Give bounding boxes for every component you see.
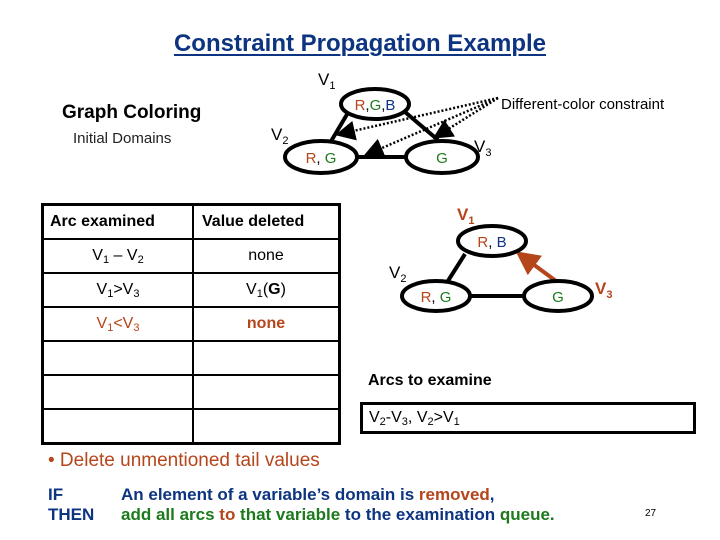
- bullet-text: • Delete unmentioned tail values: [48, 450, 320, 471]
- v2-domain: R, G: [421, 289, 452, 306]
- arc-cell: V1>V3: [41, 272, 194, 308]
- edge-v1-v3: [403, 110, 440, 142]
- v2-domain: R, G: [306, 150, 337, 167]
- table-row: [41, 408, 341, 445]
- table-row: [41, 374, 341, 410]
- current-graph: R, B R, G G V1 V2 V3: [389, 205, 612, 313]
- table-row: [41, 340, 341, 376]
- table-header-row: Arc examined Value deleted: [41, 203, 341, 240]
- constraint-pointer-2: [432, 96, 499, 139]
- then-text: add all arcs to that variable to the exa…: [121, 505, 555, 524]
- edge-v1-v2: [328, 109, 351, 145]
- v2-label: V2: [271, 125, 288, 147]
- v1-label: V1: [318, 70, 335, 92]
- header-arc-examined: Arc examined: [41, 203, 194, 240]
- arc-cell: [41, 374, 194, 410]
- arcs-queue-box: V2-V3, V2>V1: [360, 402, 696, 434]
- arc-table: Arc examined Value deleted V1 – V2 none …: [41, 203, 341, 445]
- header-value-deleted: Value deleted: [192, 203, 341, 240]
- deleted-cell: V1(G): [192, 272, 341, 308]
- highlighted-arc-v3-v1: [515, 251, 558, 283]
- page-number: 27: [645, 508, 657, 519]
- v3-domain: G: [552, 289, 564, 306]
- arc-cell: [41, 408, 194, 445]
- deleted-cell: none: [192, 238, 341, 274]
- deleted-cell: [192, 408, 341, 445]
- initial-graph: R,G,B R, G G V1 V2 V3 Different-color co…: [271, 70, 665, 175]
- v1-domain: R, B: [477, 234, 506, 251]
- constraint-label: Different-color constraint: [501, 96, 665, 113]
- table-row: V1 – V2 none: [41, 238, 341, 274]
- v1-domain: R,G,B: [355, 97, 396, 114]
- v3-label: V3: [595, 279, 612, 301]
- arcs-to-examine-heading: Arcs to examine: [368, 372, 492, 389]
- arc-cell: [41, 340, 194, 376]
- table-row: V1<V3 none: [41, 306, 341, 342]
- v3-domain: G: [436, 150, 448, 167]
- arc-cell: V1<V3: [41, 306, 194, 342]
- deleted-cell: [192, 374, 341, 410]
- deleted-cell: [192, 340, 341, 376]
- then-label: THEN: [48, 505, 95, 524]
- v1-label: V1: [457, 205, 474, 227]
- arc-cell: V1 – V2: [41, 238, 194, 274]
- edge-v1-v2: [444, 252, 467, 286]
- if-text: An element of a variable’s domain is rem…: [121, 485, 495, 504]
- if-label: IF: [48, 485, 64, 504]
- v3-label: V3: [474, 137, 491, 159]
- deleted-cell: none: [192, 306, 341, 342]
- v2-label: V2: [389, 263, 406, 285]
- table-row: V1>V3 V1(G): [41, 272, 341, 308]
